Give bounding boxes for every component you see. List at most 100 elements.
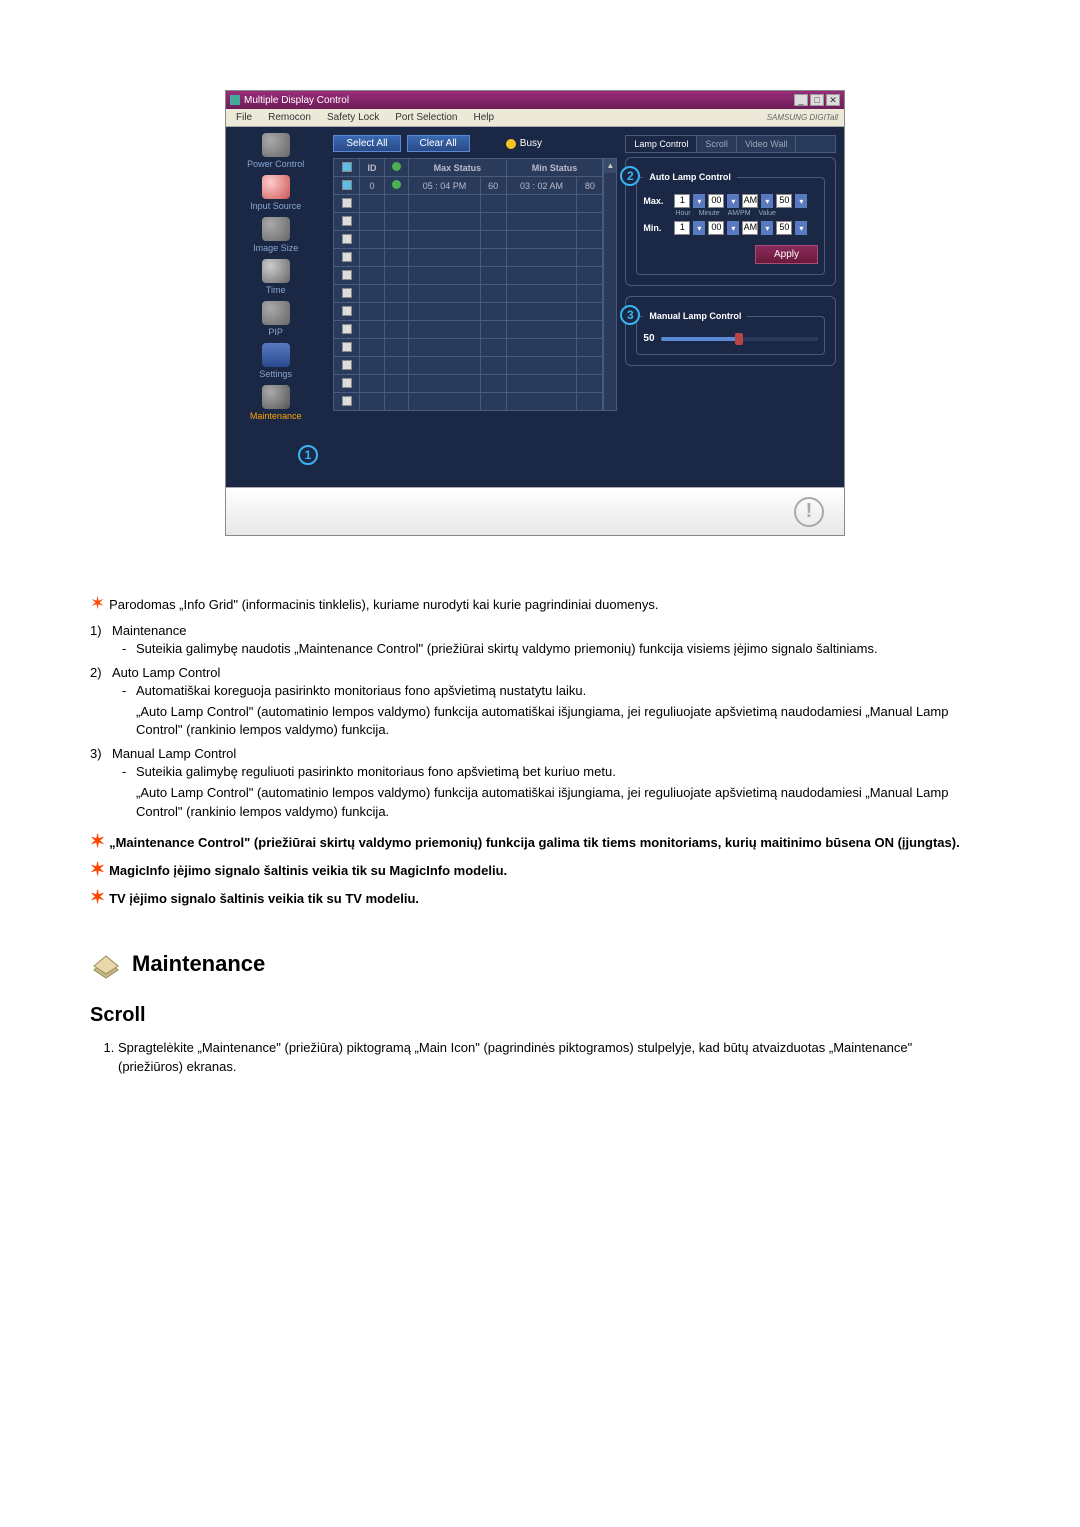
max-row: Max. 1▾ 00▾ AM▾ 50▾ [643, 194, 818, 208]
table-row[interactable] [334, 375, 603, 393]
min-minute-input[interactable]: 00 [708, 221, 724, 235]
bold-note-3: TV įėjimo signalo šaltinis veikia tik su… [109, 890, 980, 908]
minimize-icon[interactable]: _ [794, 94, 808, 106]
clear-all-button[interactable]: Clear All [407, 135, 470, 152]
settings-icon [262, 343, 290, 367]
maintenance-heading: Maintenance [132, 951, 265, 977]
power-icon [262, 133, 290, 157]
table-row[interactable] [334, 195, 603, 213]
table-row[interactable] [334, 267, 603, 285]
auto-lamp-panel: 2 Auto Lamp Control Max. 1▾ 00▾ AM▾ 50▾ [625, 157, 836, 286]
manual-lamp-title: Manual Lamp Control [643, 311, 747, 321]
window-titlebar: Multiple Display Control _ □ ✕ [226, 91, 844, 109]
min-ampm-input[interactable]: AM [742, 221, 758, 235]
sidebar-settings[interactable]: Settings [259, 343, 292, 379]
select-all-button[interactable]: Select All [333, 135, 400, 152]
table-row[interactable] [334, 213, 603, 231]
row-checkbox[interactable] [342, 270, 352, 280]
star-icon: ✶ [90, 832, 105, 852]
tab-scroll[interactable]: Scroll [697, 136, 737, 152]
max-hour-input[interactable]: 1 [674, 194, 690, 208]
right-panel: Lamp Control Scroll Video Wall 2 Auto La… [625, 127, 844, 487]
menu-remocon[interactable]: Remocon [264, 111, 315, 124]
row-checkbox[interactable] [342, 324, 352, 334]
scroll-heading: Scroll [90, 1004, 980, 1027]
min-value-input[interactable]: 50 [776, 221, 792, 235]
table-row[interactable] [334, 357, 603, 375]
row-checkbox[interactable] [342, 288, 352, 298]
brand-label: SAMSUNG DIGITall [767, 113, 838, 122]
table-row[interactable] [334, 249, 603, 267]
note-3-body1: Suteikia galimybę reguliuoti pasirinkto … [136, 763, 616, 782]
col-max: Max Status [409, 159, 506, 177]
chevron-down-icon[interactable]: ▾ [795, 194, 807, 208]
col-check[interactable] [334, 159, 360, 177]
row-checkbox[interactable] [342, 378, 352, 388]
table-row[interactable] [334, 285, 603, 303]
row-checkbox[interactable] [342, 396, 352, 406]
grid-scrollbar[interactable]: ▲ [603, 158, 617, 411]
scroll-up-icon[interactable]: ▲ [604, 159, 616, 173]
sidebar: Power Control Input Source Image Size Ti… [226, 127, 325, 487]
chevron-down-icon[interactable]: ▾ [761, 194, 773, 208]
input-source-icon [262, 175, 290, 199]
row-checkbox[interactable] [342, 216, 352, 226]
row-checkbox[interactable] [342, 198, 352, 208]
chevron-down-icon[interactable]: ▾ [693, 194, 705, 208]
sidebar-pip[interactable]: PIP [262, 301, 290, 337]
table-row[interactable] [334, 231, 603, 249]
row-checkbox[interactable] [342, 342, 352, 352]
row-checkbox[interactable] [342, 234, 352, 244]
tab-lamp-control[interactable]: Lamp Control [626, 136, 697, 152]
table-row[interactable]: 0 05 : 04 PM 60 03 : 02 AM 80 [334, 177, 603, 195]
sidebar-maintenance[interactable]: Maintenance [250, 385, 302, 421]
brightness-slider[interactable] [661, 337, 818, 341]
menu-help[interactable]: Help [469, 111, 498, 124]
note-1-title: Maintenance [112, 623, 186, 638]
sidebar-input-source[interactable]: Input Source [250, 175, 301, 211]
min-hour-input[interactable]: 1 [674, 221, 690, 235]
row-checkbox[interactable] [342, 306, 352, 316]
slider-thumb-icon[interactable] [735, 333, 743, 345]
sidebar-time[interactable]: Time [262, 259, 290, 295]
menu-safety-lock[interactable]: Safety Lock [323, 111, 383, 124]
sidebar-power-control[interactable]: Power Control [247, 133, 304, 169]
row-checkbox[interactable] [342, 180, 352, 190]
busy-label: Busy [520, 138, 542, 149]
row-checkbox[interactable] [342, 252, 352, 262]
menu-port-selection[interactable]: Port Selection [391, 111, 461, 124]
close-icon[interactable]: ✕ [826, 94, 840, 106]
bold-note-2: MagicInfo įėjimo signalo šaltinis veikia… [109, 862, 980, 880]
note-3-body2: „Auto Lamp Control" (automatinio lempos … [136, 784, 980, 822]
app-icon [230, 95, 240, 105]
menu-file[interactable]: File [232, 111, 256, 124]
tab-video-wall[interactable]: Video Wall [737, 136, 797, 152]
image-size-icon [262, 217, 290, 241]
max-ampm-input[interactable]: AM [742, 194, 758, 208]
row-checkbox[interactable] [342, 360, 352, 370]
maintenance-section-icon [90, 948, 122, 980]
max-minute-input[interactable]: 00 [708, 194, 724, 208]
sidebar-image-size[interactable]: Image Size [253, 217, 298, 253]
time-icon [262, 259, 290, 283]
chevron-down-icon[interactable]: ▾ [761, 221, 773, 235]
bold-note-1: „Maintenance Control" (priežiūrai skirtų… [109, 834, 980, 852]
maximize-icon[interactable]: □ [810, 94, 824, 106]
max-value-input[interactable]: 50 [776, 194, 792, 208]
checkbox-icon [342, 162, 352, 172]
chevron-down-icon[interactable]: ▾ [795, 221, 807, 235]
col-min: Min Status [506, 159, 603, 177]
pip-icon [262, 301, 290, 325]
table-row[interactable] [334, 321, 603, 339]
apply-button[interactable]: Apply [755, 245, 818, 264]
table-row[interactable] [334, 393, 603, 411]
star-icon: ✶ [90, 860, 105, 880]
auto-lamp-title: Auto Lamp Control [643, 172, 737, 182]
star-icon: ✶ [90, 594, 105, 615]
table-row[interactable] [334, 339, 603, 357]
chevron-down-icon[interactable]: ▾ [693, 221, 705, 235]
chevron-down-icon[interactable]: ▾ [727, 221, 739, 235]
table-row[interactable] [334, 303, 603, 321]
status-bar: ! [226, 487, 844, 535]
chevron-down-icon[interactable]: ▾ [727, 194, 739, 208]
